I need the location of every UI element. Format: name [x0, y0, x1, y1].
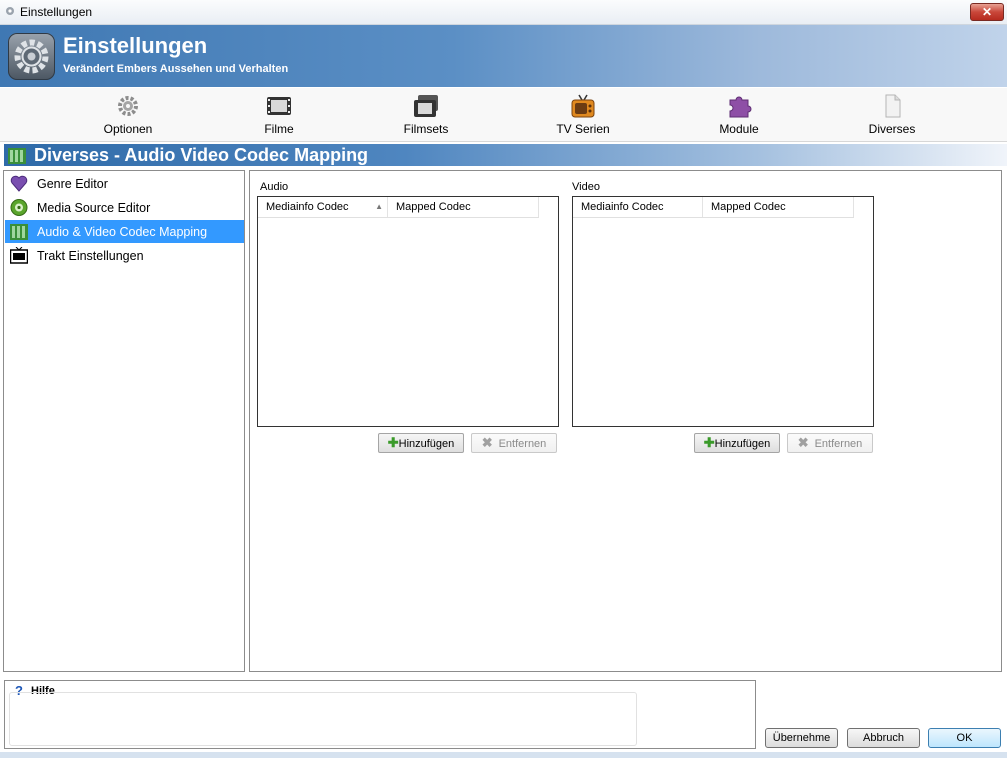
video-remove-button[interactable]: ✖ Entfernen — [787, 433, 873, 453]
audio-col-mapped-codec[interactable]: Mapped Codec — [388, 197, 539, 217]
window-bottom-edge — [0, 752, 1007, 758]
toolbar-optionen[interactable]: Optionen — [73, 88, 183, 141]
section-header: Diverses - Audio Video Codec Mapping — [4, 144, 1007, 166]
plus-icon: ✚ — [387, 435, 399, 450]
window-title: Einstellungen — [20, 5, 93, 19]
video-list-header: Mediainfo Codec Mapped Codec — [573, 197, 854, 218]
help-text-area — [9, 692, 637, 746]
audio-group-label: Audio — [260, 181, 289, 193]
sidebar-item-label: Trakt Einstellungen — [37, 249, 144, 263]
audio-remove-button[interactable]: ✖ Entfernen — [471, 433, 557, 453]
audio-codec-list[interactable]: Mediainfo Codec ▲ Mapped Codec — [257, 196, 559, 427]
delete-x-icon: ✖ — [797, 435, 809, 450]
sidebar-item-label: Genre Editor — [37, 177, 108, 191]
toolbar-filme[interactable]: Filme — [224, 88, 334, 141]
film-strip-icon — [267, 97, 291, 115]
toolbar-label: Filmsets — [403, 122, 449, 136]
plus-icon: ✚ — [703, 435, 715, 450]
sidebar-item-label: Media Source Editor — [37, 201, 151, 215]
audio-list-header: Mediainfo Codec ▲ Mapped Codec — [258, 197, 539, 218]
codec-mapping-icon — [8, 148, 26, 164]
toolbar-label: Module — [719, 122, 759, 136]
delete-x-icon: ✖ — [481, 435, 493, 450]
sort-ascending-icon: ▲ — [375, 202, 383, 211]
toolbar-diverses[interactable]: Diverses — [837, 88, 947, 141]
help-box: ? Hilfe — [4, 680, 756, 749]
settings-small-icon — [6, 7, 14, 15]
toolbar-filmsets[interactable]: Filmsets — [371, 88, 481, 141]
disc-icon — [10, 199, 28, 216]
header-subtitle: Verändert Embers Aussehen und Verhalten — [63, 63, 289, 75]
sidebar-item-codec-mapping[interactable]: Audio & Video Codec Mapping — [5, 220, 244, 243]
film-stack-icon — [414, 95, 438, 117]
toolbar-label: Filme — [264, 122, 294, 136]
toolbar-module[interactable]: Module — [684, 88, 794, 141]
column-header-label: Mapped Codec — [396, 201, 471, 213]
button-label: Hinzufügen — [398, 438, 455, 450]
apply-button[interactable]: Übernehme — [765, 728, 838, 748]
header-title: Einstellungen — [63, 33, 208, 58]
sidebar-item-trakt-einstellungen[interactable]: Trakt Einstellungen — [5, 244, 244, 267]
cancel-button[interactable]: Abbruch — [847, 728, 920, 748]
codec-mapping-icon — [10, 224, 28, 240]
audio-add-button[interactable]: ✚Hinzufügen — [378, 433, 464, 453]
codec-mapping-panel: Audio Mediainfo Codec ▲ Mapped Codec ✚Hi… — [249, 170, 1002, 672]
gear-icon — [118, 96, 138, 116]
sidebar-tree: Genre Editor Media Source Editor Audio &… — [3, 170, 245, 672]
ok-button[interactable]: OK — [928, 728, 1001, 748]
toolbar-label: Diverses — [868, 122, 916, 136]
button-label: Entfernen — [814, 438, 863, 450]
column-header-label: Mapped Codec — [711, 201, 786, 213]
header-banner: Einstellungen Verändert Embers Aussehen … — [0, 25, 1007, 87]
settings-toolbar: Optionen Filme Filmsets TV Serien Module — [0, 88, 1007, 142]
close-button[interactable]: ✕ — [970, 3, 1004, 21]
settings-gear-app-icon — [8, 33, 55, 80]
sidebar-item-genre-editor[interactable]: Genre Editor — [5, 172, 244, 195]
heart-icon — [10, 175, 28, 192]
section-title: Diverses - Audio Video Codec Mapping — [34, 145, 369, 165]
document-icon — [885, 94, 901, 118]
button-label: Entfernen — [498, 438, 547, 450]
tv-screen-icon — [10, 247, 28, 264]
toolbar-tv-serien[interactable]: TV Serien — [528, 88, 638, 141]
puzzle-icon — [729, 96, 752, 118]
button-label: Hinzufügen — [714, 438, 771, 450]
toolbar-label: Optionen — [103, 122, 153, 136]
column-header-label: Mediainfo Codec — [266, 201, 349, 213]
video-col-mapped-codec[interactable]: Mapped Codec — [703, 197, 854, 217]
toolbar-label: TV Serien — [556, 122, 610, 136]
video-group-label: Video — [572, 181, 600, 193]
video-col-mediainfo-codec[interactable]: Mediainfo Codec — [573, 197, 703, 217]
tv-icon — [571, 94, 595, 118]
sidebar-item-media-source-editor[interactable]: Media Source Editor — [5, 196, 244, 219]
window-titlebar: Einstellungen ✕ — [0, 0, 1007, 25]
video-codec-list[interactable]: Mediainfo Codec Mapped Codec — [572, 196, 874, 427]
video-add-button[interactable]: ✚Hinzufügen — [694, 433, 780, 453]
column-header-label: Mediainfo Codec — [581, 201, 664, 213]
audio-col-mediainfo-codec[interactable]: Mediainfo Codec ▲ — [258, 197, 388, 217]
sidebar-item-label: Audio & Video Codec Mapping — [37, 225, 208, 239]
